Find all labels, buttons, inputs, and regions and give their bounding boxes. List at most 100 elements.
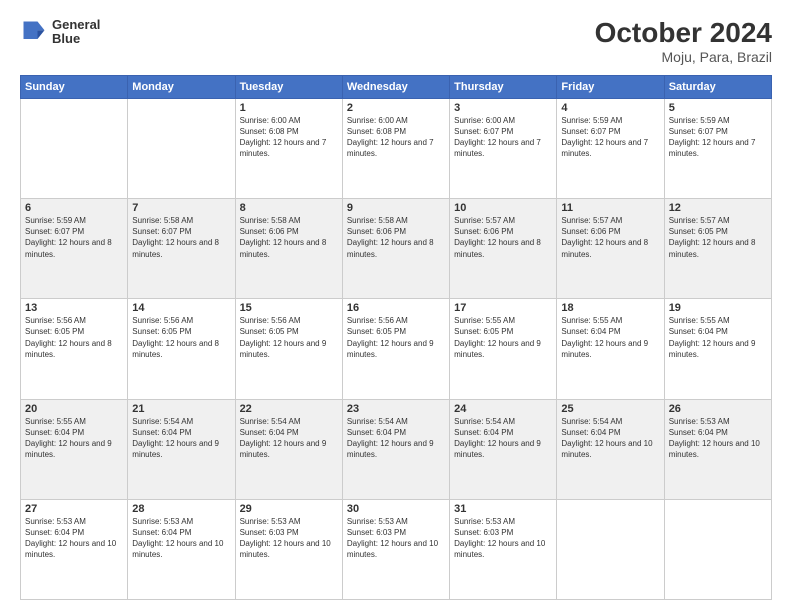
day-info: Sunrise: 5:54 AMSunset: 6:04 PMDaylight:… [561, 416, 659, 461]
calendar-cell: 21Sunrise: 5:54 AMSunset: 6:04 PMDayligh… [128, 399, 235, 499]
day-number: 23 [347, 403, 445, 415]
calendar-cell [664, 499, 771, 599]
calendar-cell: 23Sunrise: 5:54 AMSunset: 6:04 PMDayligh… [342, 399, 449, 499]
calendar-cell: 8Sunrise: 5:58 AMSunset: 6:06 PMDaylight… [235, 199, 342, 299]
day-info: Sunrise: 5:57 AMSunset: 6:06 PMDaylight:… [561, 215, 659, 260]
calendar-cell: 12Sunrise: 5:57 AMSunset: 6:05 PMDayligh… [664, 199, 771, 299]
day-info: Sunrise: 5:58 AMSunset: 6:06 PMDaylight:… [240, 215, 338, 260]
day-header-sunday: Sunday [21, 75, 128, 98]
calendar-cell: 9Sunrise: 5:58 AMSunset: 6:06 PMDaylight… [342, 199, 449, 299]
calendar-cell: 14Sunrise: 5:56 AMSunset: 6:05 PMDayligh… [128, 299, 235, 399]
day-number: 3 [454, 102, 552, 114]
calendar-cell: 28Sunrise: 5:53 AMSunset: 6:04 PMDayligh… [128, 499, 235, 599]
calendar-cell: 24Sunrise: 5:54 AMSunset: 6:04 PMDayligh… [450, 399, 557, 499]
calendar-cell: 3Sunrise: 6:00 AMSunset: 6:07 PMDaylight… [450, 98, 557, 198]
calendar-cell: 18Sunrise: 5:55 AMSunset: 6:04 PMDayligh… [557, 299, 664, 399]
calendar-cell: 10Sunrise: 5:57 AMSunset: 6:06 PMDayligh… [450, 199, 557, 299]
day-header-thursday: Thursday [450, 75, 557, 98]
week-row-1: 1Sunrise: 6:00 AMSunset: 6:08 PMDaylight… [21, 98, 772, 198]
calendar-cell: 30Sunrise: 5:53 AMSunset: 6:03 PMDayligh… [342, 499, 449, 599]
calendar-title: October 2024 [595, 18, 772, 49]
day-info: Sunrise: 5:56 AMSunset: 6:05 PMDaylight:… [132, 315, 230, 360]
calendar-cell: 22Sunrise: 5:54 AMSunset: 6:04 PMDayligh… [235, 399, 342, 499]
calendar-cell: 15Sunrise: 5:56 AMSunset: 6:05 PMDayligh… [235, 299, 342, 399]
calendar-cell [557, 499, 664, 599]
calendar-cell: 4Sunrise: 5:59 AMSunset: 6:07 PMDaylight… [557, 98, 664, 198]
day-info: Sunrise: 5:56 AMSunset: 6:05 PMDaylight:… [25, 315, 123, 360]
calendar-header-row: SundayMondayTuesdayWednesdayThursdayFrid… [21, 75, 772, 98]
day-info: Sunrise: 5:58 AMSunset: 6:06 PMDaylight:… [347, 215, 445, 260]
day-number: 30 [347, 503, 445, 515]
logo-line1: General [52, 18, 100, 32]
logo-text: General Blue [52, 18, 100, 47]
day-header-wednesday: Wednesday [342, 75, 449, 98]
day-number: 21 [132, 403, 230, 415]
calendar-cell [21, 98, 128, 198]
day-info: Sunrise: 5:54 AMSunset: 6:04 PMDaylight:… [454, 416, 552, 461]
day-info: Sunrise: 5:53 AMSunset: 6:03 PMDaylight:… [240, 516, 338, 561]
day-info: Sunrise: 6:00 AMSunset: 6:08 PMDaylight:… [240, 115, 338, 160]
day-info: Sunrise: 5:53 AMSunset: 6:04 PMDaylight:… [132, 516, 230, 561]
title-area: October 2024 Moju, Para, Brazil [595, 18, 772, 65]
day-info: Sunrise: 5:59 AMSunset: 6:07 PMDaylight:… [561, 115, 659, 160]
calendar-cell: 16Sunrise: 5:56 AMSunset: 6:05 PMDayligh… [342, 299, 449, 399]
day-number: 12 [669, 202, 767, 214]
calendar-cell: 26Sunrise: 5:53 AMSunset: 6:04 PMDayligh… [664, 399, 771, 499]
day-header-monday: Monday [128, 75, 235, 98]
calendar-cell: 13Sunrise: 5:56 AMSunset: 6:05 PMDayligh… [21, 299, 128, 399]
day-info: Sunrise: 5:55 AMSunset: 6:04 PMDaylight:… [669, 315, 767, 360]
day-info: Sunrise: 5:54 AMSunset: 6:04 PMDaylight:… [240, 416, 338, 461]
header: General Blue October 2024 Moju, Para, Br… [20, 18, 772, 65]
day-info: Sunrise: 5:55 AMSunset: 6:04 PMDaylight:… [25, 416, 123, 461]
week-row-3: 13Sunrise: 5:56 AMSunset: 6:05 PMDayligh… [21, 299, 772, 399]
calendar-cell: 25Sunrise: 5:54 AMSunset: 6:04 PMDayligh… [557, 399, 664, 499]
day-info: Sunrise: 6:00 AMSunset: 6:07 PMDaylight:… [454, 115, 552, 160]
day-number: 19 [669, 302, 767, 314]
day-number: 1 [240, 102, 338, 114]
calendar-table: SundayMondayTuesdayWednesdayThursdayFrid… [20, 75, 772, 600]
calendar-cell [128, 98, 235, 198]
day-number: 26 [669, 403, 767, 415]
logo: General Blue [20, 18, 100, 47]
day-info: Sunrise: 5:53 AMSunset: 6:03 PMDaylight:… [454, 516, 552, 561]
day-info: Sunrise: 5:55 AMSunset: 6:04 PMDaylight:… [561, 315, 659, 360]
day-number: 16 [347, 302, 445, 314]
day-info: Sunrise: 5:58 AMSunset: 6:07 PMDaylight:… [132, 215, 230, 260]
page: General Blue October 2024 Moju, Para, Br… [0, 0, 792, 612]
day-number: 8 [240, 202, 338, 214]
calendar-cell: 17Sunrise: 5:55 AMSunset: 6:05 PMDayligh… [450, 299, 557, 399]
calendar-cell: 29Sunrise: 5:53 AMSunset: 6:03 PMDayligh… [235, 499, 342, 599]
calendar-cell: 2Sunrise: 6:00 AMSunset: 6:08 PMDaylight… [342, 98, 449, 198]
day-number: 28 [132, 503, 230, 515]
day-number: 24 [454, 403, 552, 415]
day-info: Sunrise: 5:53 AMSunset: 6:04 PMDaylight:… [25, 516, 123, 561]
day-number: 10 [454, 202, 552, 214]
day-info: Sunrise: 5:57 AMSunset: 6:05 PMDaylight:… [669, 215, 767, 260]
week-row-5: 27Sunrise: 5:53 AMSunset: 6:04 PMDayligh… [21, 499, 772, 599]
day-info: Sunrise: 5:53 AMSunset: 6:03 PMDaylight:… [347, 516, 445, 561]
day-info: Sunrise: 5:59 AMSunset: 6:07 PMDaylight:… [669, 115, 767, 160]
day-number: 4 [561, 102, 659, 114]
day-number: 18 [561, 302, 659, 314]
day-info: Sunrise: 5:53 AMSunset: 6:04 PMDaylight:… [669, 416, 767, 461]
logo-icon [20, 18, 48, 46]
week-row-2: 6Sunrise: 5:59 AMSunset: 6:07 PMDaylight… [21, 199, 772, 299]
calendar-cell: 20Sunrise: 5:55 AMSunset: 6:04 PMDayligh… [21, 399, 128, 499]
calendar-subtitle: Moju, Para, Brazil [595, 49, 772, 65]
calendar-cell: 6Sunrise: 5:59 AMSunset: 6:07 PMDaylight… [21, 199, 128, 299]
day-number: 6 [25, 202, 123, 214]
day-number: 5 [669, 102, 767, 114]
day-header-saturday: Saturday [664, 75, 771, 98]
day-number: 14 [132, 302, 230, 314]
day-number: 15 [240, 302, 338, 314]
day-info: Sunrise: 5:56 AMSunset: 6:05 PMDaylight:… [347, 315, 445, 360]
day-number: 25 [561, 403, 659, 415]
day-number: 22 [240, 403, 338, 415]
day-number: 29 [240, 503, 338, 515]
day-info: Sunrise: 5:59 AMSunset: 6:07 PMDaylight:… [25, 215, 123, 260]
calendar-cell: 27Sunrise: 5:53 AMSunset: 6:04 PMDayligh… [21, 499, 128, 599]
day-number: 17 [454, 302, 552, 314]
logo-line2: Blue [52, 32, 100, 46]
calendar-cell: 31Sunrise: 5:53 AMSunset: 6:03 PMDayligh… [450, 499, 557, 599]
calendar-cell: 5Sunrise: 5:59 AMSunset: 6:07 PMDaylight… [664, 98, 771, 198]
